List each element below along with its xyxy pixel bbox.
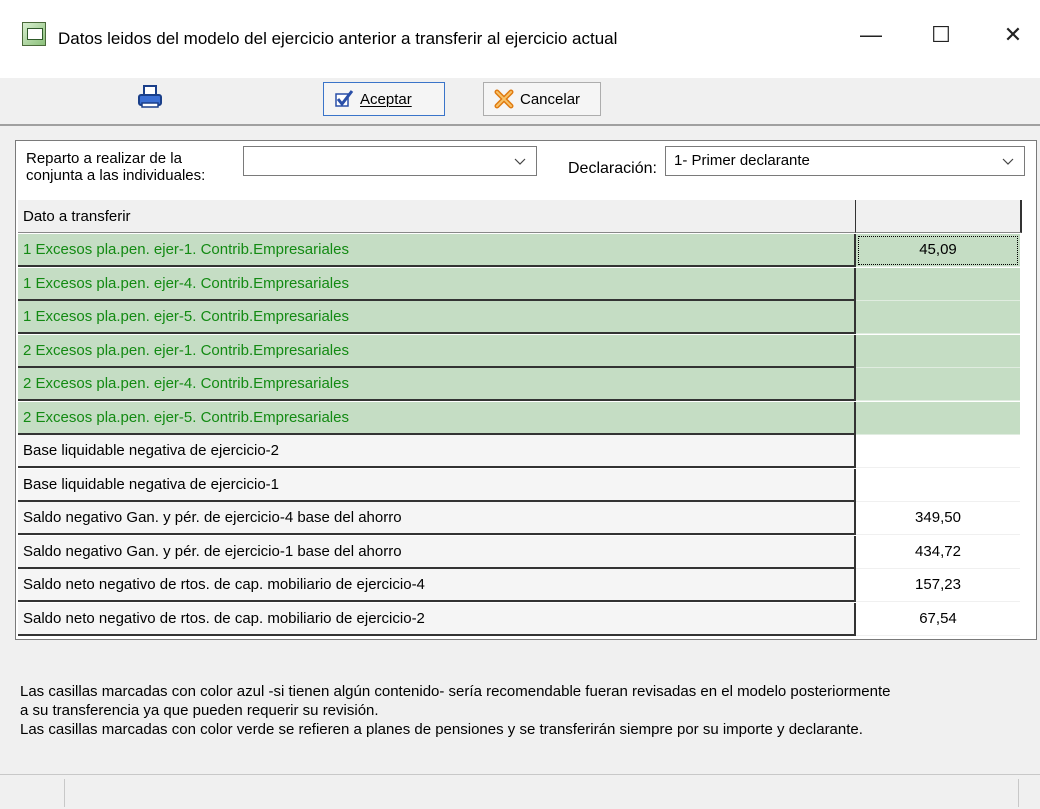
row-label: 1 Excesos pla.pen. ejer-1. Contrib.Empre… [18, 234, 856, 267]
row-value-cell[interactable]: 45,09 [856, 234, 1020, 267]
table-row[interactable]: 2 Excesos pla.pen. ejer-4. Contrib.Empre… [18, 368, 1020, 401]
minimize-button[interactable]: — [848, 18, 894, 52]
row-label: 1 Excesos pla.pen. ejer-5. Contrib.Empre… [18, 301, 856, 334]
printer-icon[interactable] [136, 83, 164, 111]
close-button[interactable]: ✕ [990, 18, 1036, 52]
row-value-cell[interactable] [856, 435, 1020, 468]
accept-label: Aceptar [360, 90, 412, 108]
notes: Las casillas marcadas con color azul -si… [20, 682, 1040, 739]
table-row[interactable]: 1 Excesos pla.pen. ejer-1. Contrib.Empre… [18, 234, 1020, 267]
note-line3: Las casillas marcadas con color verde se… [20, 721, 863, 738]
cancel-button[interactable]: Cancelar [483, 82, 601, 116]
grid-header: Dato a transferir [18, 200, 1022, 233]
table-row[interactable]: Saldo neto negativo de rtos. de cap. mob… [18, 603, 1020, 636]
note-line2: a su transferencia ya que pueden requeri… [20, 702, 379, 719]
accept-button[interactable]: Aceptar [323, 82, 445, 116]
row-label: 2 Excesos pla.pen. ejer-5. Contrib.Empre… [18, 402, 856, 435]
row-label: Saldo negativo Gan. y pér. de ejercicio-… [18, 502, 856, 535]
window-title: Datos leidos del modelo del ejercicio an… [58, 29, 618, 48]
row-label: Saldo neto negativo de rtos. de cap. mob… [18, 569, 856, 602]
status-divider [1018, 779, 1019, 807]
table-row[interactable]: 2 Excesos pla.pen. ejer-1. Contrib.Empre… [18, 335, 1020, 368]
header-value[interactable] [856, 200, 1022, 233]
table-row[interactable]: 2 Excesos pla.pen. ejer-5. Contrib.Empre… [18, 402, 1020, 435]
row-label: Base liquidable negativa de ejercicio-2 [18, 435, 856, 468]
reparto-select[interactable] [243, 146, 537, 176]
header-dato[interactable]: Dato a transferir [18, 200, 856, 233]
title-bar: Datos leidos del modelo del ejercicio an… [0, 0, 1040, 78]
table-row[interactable]: 1 Excesos pla.pen. ejer-4. Contrib.Empre… [18, 268, 1020, 301]
reparto-label-line1: Reparto a realizar de la [26, 150, 182, 167]
table-row[interactable]: Saldo neto negativo de rtos. de cap. mob… [18, 569, 1020, 602]
row-label: 2 Excesos pla.pen. ejer-1. Contrib.Empre… [18, 335, 856, 368]
note-line1: Las casillas marcadas con color azul -si… [20, 683, 891, 700]
table-row[interactable]: Base liquidable negativa de ejercicio-2 [18, 435, 1020, 468]
row-value-cell[interactable] [856, 469, 1020, 502]
row-value-cell[interactable]: 67,54 [856, 603, 1020, 636]
row-value-cell[interactable] [856, 368, 1020, 401]
status-divider [64, 779, 65, 807]
row-label: 2 Excesos pla.pen. ejer-4. Contrib.Empre… [18, 368, 856, 401]
declaracion-select[interactable]: 1- Primer declarante [665, 146, 1025, 176]
declaracion-value: 1- Primer declarante [674, 152, 810, 169]
row-value-cell[interactable]: 157,23 [856, 569, 1020, 602]
chevron-down-icon [514, 158, 526, 165]
maximize-button[interactable]: ☐ [918, 18, 964, 52]
table-row[interactable]: Saldo negativo Gan. y pér. de ejercicio-… [18, 536, 1020, 569]
app-icon [22, 22, 46, 46]
cancel-x-icon [494, 89, 514, 109]
row-label: 1 Excesos pla.pen. ejer-4. Contrib.Empre… [18, 268, 856, 301]
checkmark-icon [335, 90, 354, 107]
table-row[interactable]: Base liquidable negativa de ejercicio-1 [18, 469, 1020, 502]
row-label: Base liquidable negativa de ejercicio-1 [18, 469, 856, 502]
reparto-label: Reparto a realizar de la conjunta a las … [26, 150, 205, 184]
row-value-cell[interactable] [856, 301, 1020, 334]
row-label: Saldo neto negativo de rtos. de cap. mob… [18, 603, 856, 636]
row-label: Saldo negativo Gan. y pér. de ejercicio-… [18, 536, 856, 569]
table-row[interactable]: Saldo negativo Gan. y pér. de ejercicio-… [18, 502, 1020, 535]
cancel-label: Cancelar [520, 90, 581, 108]
table-row[interactable]: 1 Excesos pla.pen. ejer-5. Contrib.Empre… [18, 301, 1020, 334]
row-value-cell[interactable]: 349,50 [856, 502, 1020, 535]
chevron-down-icon [1002, 158, 1014, 165]
row-value-cell[interactable] [856, 402, 1020, 435]
declaracion-label: Declaración: [568, 160, 657, 177]
toolbar: Aceptar Cancelar [0, 78, 1040, 124]
row-value-cell[interactable] [856, 335, 1020, 368]
row-value-cell[interactable] [856, 268, 1020, 301]
row-value-cell[interactable]: 434,72 [856, 536, 1020, 569]
reparto-label-line2: conjunta a las individuales: [26, 167, 206, 184]
status-bar [0, 774, 1040, 809]
